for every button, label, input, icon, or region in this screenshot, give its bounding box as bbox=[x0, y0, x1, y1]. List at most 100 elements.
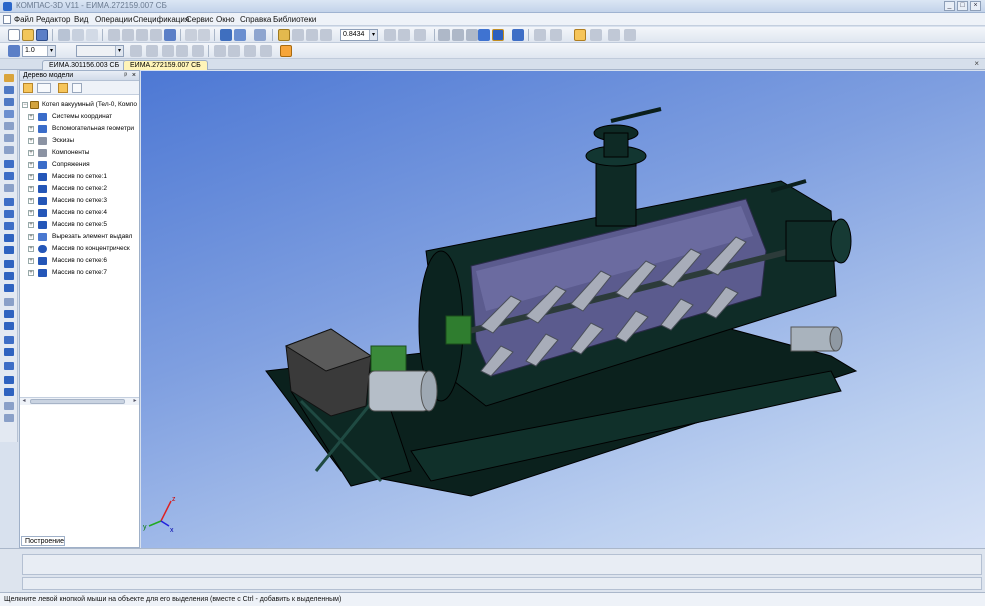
save-icon[interactable] bbox=[36, 29, 48, 41]
snap-toggle-icon[interactable] bbox=[574, 29, 586, 41]
zoom-level-select[interactable]: 0.8434 ▾ bbox=[340, 29, 378, 41]
collapse-icon[interactable]: − bbox=[22, 102, 28, 108]
view-toolbar-icon[interactable] bbox=[590, 29, 602, 41]
align-icon[interactable] bbox=[228, 45, 240, 57]
arrays-icon[interactable] bbox=[4, 110, 14, 118]
mate-icon[interactable] bbox=[4, 376, 14, 384]
tree-item[interactable]: + Массив по сетке:3 bbox=[20, 195, 139, 207]
loft-icon[interactable] bbox=[4, 234, 14, 242]
constraints-icon[interactable] bbox=[260, 45, 272, 57]
expand-icon[interactable]: + bbox=[28, 138, 34, 144]
3d-viewport[interactable]: z y x bbox=[141, 71, 985, 548]
parametric-icon[interactable] bbox=[162, 45, 174, 57]
help-pointer-icon[interactable] bbox=[254, 29, 266, 41]
snap-point-icon[interactable] bbox=[280, 45, 292, 57]
filter-icon[interactable] bbox=[4, 160, 14, 168]
menu-view[interactable]: Вид bbox=[74, 15, 88, 24]
coordinate-system-icon[interactable] bbox=[8, 45, 20, 57]
minimize-button[interactable]: _ bbox=[944, 1, 955, 11]
kinematic-icon[interactable] bbox=[4, 222, 14, 230]
spatial-curves-icon[interactable] bbox=[4, 86, 14, 94]
perspective-icon[interactable] bbox=[512, 29, 524, 41]
menu-editor[interactable]: Редактор bbox=[36, 15, 70, 24]
select-filter-icon[interactable] bbox=[534, 29, 546, 41]
print-icon[interactable] bbox=[58, 29, 70, 41]
fillet-icon[interactable] bbox=[4, 260, 14, 268]
build-order-icon[interactable] bbox=[23, 83, 33, 93]
expand-icon[interactable]: + bbox=[28, 162, 34, 168]
mirror-icon[interactable] bbox=[4, 348, 14, 356]
section-surface-icon[interactable] bbox=[4, 336, 14, 344]
expand-icon[interactable]: + bbox=[28, 258, 34, 264]
redo-icon[interactable] bbox=[198, 29, 210, 41]
cut-icon[interactable] bbox=[108, 29, 120, 41]
measure-icon[interactable] bbox=[4, 146, 14, 154]
chamfer-icon[interactable] bbox=[4, 272, 14, 280]
edit-assembly-icon[interactable] bbox=[4, 74, 14, 82]
orientation-icon[interactable] bbox=[414, 29, 426, 41]
maximize-button[interactable]: □ bbox=[957, 1, 968, 11]
properties-panel-icon[interactable] bbox=[4, 402, 14, 410]
menu-libraries[interactable]: Библиотеки bbox=[273, 15, 316, 24]
sketch-icon[interactable] bbox=[244, 45, 256, 57]
thin-lines-icon[interactable] bbox=[466, 29, 478, 41]
menu-help[interactable]: Справка bbox=[240, 15, 271, 24]
expand-icon[interactable]: + bbox=[28, 150, 34, 156]
rotate-icon[interactable] bbox=[398, 29, 410, 41]
tree-item[interactable]: + Массив по сетке:4 bbox=[20, 207, 139, 219]
expand-icon[interactable]: + bbox=[28, 234, 34, 240]
orthogonal-icon[interactable] bbox=[130, 45, 142, 57]
tree-item[interactable]: + Вспомогательная геометри bbox=[20, 123, 139, 135]
dimensions-icon[interactable] bbox=[214, 45, 226, 57]
expand-icon[interactable]: + bbox=[28, 186, 34, 192]
manager-icon[interactable] bbox=[220, 29, 232, 41]
zoom-in-icon[interactable] bbox=[292, 29, 304, 41]
expand-icon[interactable]: + bbox=[28, 222, 34, 228]
tree-options-icon[interactable] bbox=[72, 83, 82, 93]
pin-icon[interactable]: ᵖ bbox=[124, 71, 127, 81]
collision-icon[interactable] bbox=[4, 414, 14, 422]
expand-icon[interactable]: + bbox=[28, 246, 34, 252]
variables-icon[interactable] bbox=[234, 29, 246, 41]
shell-icon[interactable] bbox=[4, 310, 14, 318]
extrude-icon[interactable] bbox=[4, 198, 14, 206]
expand-icon[interactable]: + bbox=[28, 114, 34, 120]
tree-item[interactable]: + Массив по сетке:6 bbox=[20, 255, 139, 267]
zoom-window-icon[interactable] bbox=[278, 29, 290, 41]
format-icon[interactable] bbox=[150, 29, 162, 41]
grid-settings-icon[interactable] bbox=[192, 45, 204, 57]
preview-icon[interactable] bbox=[72, 29, 84, 41]
section-icon[interactable] bbox=[624, 29, 636, 41]
tree-horizontal-scrollbar[interactable]: ◂ ▸ bbox=[20, 397, 139, 405]
tree-item[interactable]: + Массив по сетке:5 bbox=[20, 219, 139, 231]
tree-item[interactable]: + Массив по сетке:1 bbox=[20, 171, 139, 183]
menu-window[interactable]: Окно bbox=[216, 15, 235, 24]
expand-icon[interactable]: + bbox=[28, 198, 34, 204]
expand-icon[interactable]: + bbox=[28, 174, 34, 180]
close-tab-icon[interactable]: × bbox=[974, 59, 979, 68]
expand-icon[interactable]: + bbox=[28, 126, 34, 132]
dimensions-panel-icon[interactable] bbox=[4, 134, 14, 142]
grid-icon[interactable] bbox=[608, 29, 620, 41]
tree-item[interactable]: + Компоненты bbox=[20, 147, 139, 159]
copy-icon[interactable] bbox=[122, 29, 134, 41]
pan-icon[interactable] bbox=[384, 29, 396, 41]
local-cs-icon[interactable] bbox=[146, 45, 158, 57]
menu-service[interactable]: Сервис bbox=[186, 15, 213, 24]
tree-item[interactable]: + Системы координат bbox=[20, 111, 139, 123]
structure-view-icon[interactable] bbox=[37, 83, 51, 93]
panel-close-icon[interactable]: × bbox=[132, 71, 136, 81]
halftone-edges-icon[interactable] bbox=[492, 29, 504, 41]
close-button[interactable]: × bbox=[970, 1, 981, 11]
select-options-icon[interactable] bbox=[550, 29, 562, 41]
hidden-lines-icon[interactable] bbox=[452, 29, 464, 41]
zoom-all-icon[interactable] bbox=[320, 29, 332, 41]
layer-select[interactable]: ▾ bbox=[76, 45, 124, 57]
tab-document-2[interactable]: ЕИМА.272159.007 СБ bbox=[123, 60, 208, 70]
style-icon[interactable] bbox=[176, 45, 188, 57]
zoom-out-icon[interactable] bbox=[306, 29, 318, 41]
hole-icon[interactable] bbox=[4, 284, 14, 292]
surfaces-icon[interactable] bbox=[4, 98, 14, 106]
tree-item[interactable]: + Сопряжения bbox=[20, 159, 139, 171]
menu-specification[interactable]: Спецификация bbox=[133, 15, 189, 24]
